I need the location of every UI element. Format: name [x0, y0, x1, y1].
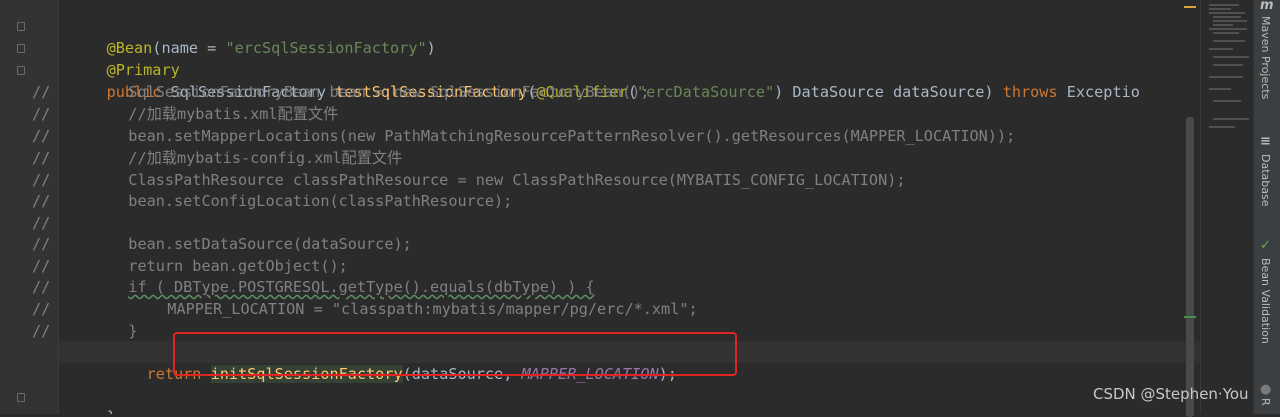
- code-line-comment[interactable]: // //加载mybatis-config.xml配置文件: [32, 147, 402, 169]
- code-line-comment[interactable]: // bean.setConfigLocation(classPathResour…: [32, 190, 512, 212]
- comment-prefix: //: [32, 192, 51, 210]
- code-line-comment[interactable]: //}: [32, 320, 137, 342]
- token-code: Exceptio: [1066, 83, 1140, 101]
- code-line-closing-brace[interactable]: }: [70, 384, 116, 414]
- minimap-line: [1209, 76, 1243, 78]
- comment-prefix: //: [32, 278, 51, 296]
- minimap-line: [1213, 118, 1249, 120]
- token-code: }: [107, 408, 116, 414]
- code-line-method-signature[interactable]: public SqlSessionFactory testSqlSessionF…: [70, 59, 1140, 101]
- watermark: CSDN @Stephen·You: [1093, 385, 1249, 403]
- code-line-annotation-primary[interactable]: @Primary: [70, 37, 180, 79]
- code-line-comment[interactable]: // bean.setDataSource(dataSource);: [32, 233, 412, 255]
- comment-prefix: //: [32, 127, 51, 145]
- minimap-line: [1213, 24, 1233, 26]
- minimap-line: [1209, 28, 1247, 30]
- comment-prefix: //: [32, 105, 51, 123]
- comment-prefix: //: [32, 83, 51, 101]
- minimap[interactable]: [1200, 0, 1253, 414]
- comment-text: }: [128, 322, 138, 340]
- comment-text: bean.setMapperLocations(new PathMatching…: [128, 127, 1016, 145]
- minimap-line: [1209, 8, 1231, 10]
- minimap-line: [1213, 40, 1245, 42]
- code-line-comment[interactable]: // bean.setMapperLocations(new PathMatchi…: [32, 125, 1015, 147]
- minimap-line: [1209, 4, 1239, 6]
- database-icon[interactable]: ≡: [1260, 134, 1271, 149]
- comment-prefix: //: [32, 149, 51, 167]
- fold-marker-icon[interactable]: [17, 393, 25, 402]
- tab-r[interactable]: R: [1259, 398, 1272, 406]
- minimap-line: [1209, 126, 1235, 128]
- code-editor[interactable]: @Bean(name = "ercSqlSessionFactory") @Pr…: [0, 0, 1200, 414]
- r-tool-icon[interactable]: ●: [1260, 382, 1271, 397]
- minimap-line: [1209, 88, 1231, 90]
- right-tool-strip: m Maven Projects ≡ Database ✓ Bean Valid…: [1253, 0, 1280, 414]
- code-line-comment[interactable]: // if ( DBType.POSTGRESQL.getType().equal…: [32, 276, 595, 298]
- comment-prefix: //: [32, 322, 51, 340]
- code-line-comment[interactable]: //: [32, 212, 128, 234]
- token-code: ): [426, 39, 436, 57]
- comment-text: bean.setConfigLocation(classPathResource…: [128, 192, 513, 210]
- code-line-annotation-bean[interactable]: @Bean(name = "ercSqlSessionFactory"): [70, 15, 436, 57]
- code-line-comment[interactable]: // ClassPathResource classPathResource = …: [32, 169, 906, 191]
- code-line-comment[interactable]: // //加载mybatis.xml配置文件: [32, 103, 338, 125]
- vertical-scrollbar[interactable]: [1186, 117, 1194, 417]
- comment-prefix: //: [32, 257, 51, 275]
- highlight-annotation-box: [173, 332, 737, 376]
- code-line-comment[interactable]: // SqlSessionFactoryBean bean = new SqlSe…: [32, 81, 650, 103]
- minimap-line: [1213, 56, 1249, 58]
- change-marker[interactable]: [1184, 316, 1196, 318]
- comment-text: SqlSessionFactoryBean bean = new SqlSess…: [128, 83, 650, 101]
- code-line-comment[interactable]: // MAPPER_LOCATION = "classpath:mybatis/m…: [32, 298, 698, 320]
- token-string: "ercSqlSessionFactory": [225, 39, 427, 57]
- maven-icon[interactable]: m: [1260, 0, 1274, 13]
- minimap-line: [1209, 48, 1233, 50]
- token-string: "ercDataSource": [636, 83, 775, 101]
- comment-prefix: //: [32, 300, 51, 318]
- comment-text: if ( DBType.POSTGRESQL.getType().equals(…: [128, 278, 595, 296]
- comment-prefix: //: [32, 235, 51, 253]
- minimap-line: [1213, 32, 1239, 34]
- minimap-line: [1213, 100, 1241, 102]
- code-line-comment[interactable]: // return bean.getObject();: [32, 255, 348, 277]
- warning-marker[interactable]: [1184, 6, 1196, 8]
- tab-maven-projects[interactable]: Maven Projects: [1259, 16, 1272, 99]
- comment-text: ClassPathResource classPathResource = ne…: [128, 171, 906, 189]
- comment-text: //加载mybatis-config.xml配置文件: [128, 149, 403, 167]
- comment-text: return bean.getObject();: [128, 257, 348, 275]
- comment-prefix: //: [32, 214, 51, 232]
- minimap-line: [1209, 12, 1245, 14]
- bean-validation-icon[interactable]: ✓: [1260, 238, 1271, 253]
- minimap-line: [1213, 16, 1241, 18]
- fold-marker-icon[interactable]: [17, 66, 25, 75]
- fold-marker-icon[interactable]: [17, 22, 25, 31]
- fold-marker-icon[interactable]: [17, 44, 25, 53]
- token-code: ) DataSource dataSource): [774, 83, 1003, 101]
- minimap-line: [1213, 20, 1247, 22]
- comment-text: //加载mybatis.xml配置文件: [128, 105, 339, 123]
- tab-bean-validation[interactable]: Bean Validation: [1259, 258, 1272, 344]
- comment-text: MAPPER_LOCATION = "classpath:mybatis/map…: [167, 300, 698, 318]
- comment-text: bean.setDataSource(dataSource);: [128, 235, 412, 253]
- comment-prefix: //: [32, 171, 51, 189]
- minimap-line: [1213, 64, 1243, 66]
- token-keyword: throws: [1002, 83, 1067, 101]
- tab-database[interactable]: Database: [1259, 154, 1272, 207]
